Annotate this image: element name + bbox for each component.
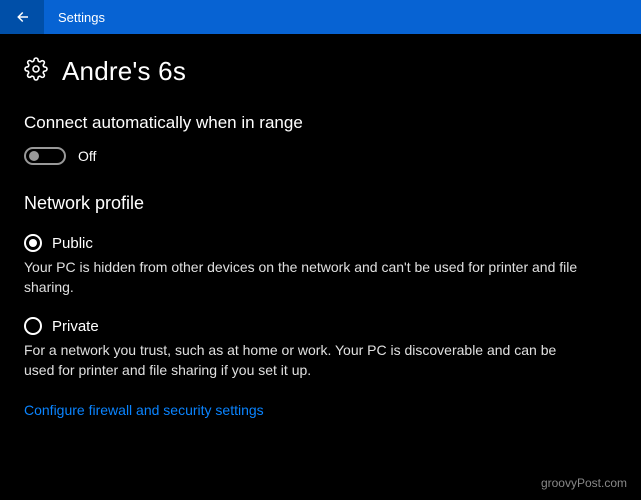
- watermark: groovyPost.com: [541, 476, 627, 490]
- radio-option-private[interactable]: Private: [24, 317, 617, 335]
- firewall-link[interactable]: Configure firewall and security settings: [24, 402, 264, 418]
- radio-public-label: Public: [52, 235, 93, 252]
- page-title: Andre's 6s: [62, 56, 186, 87]
- autoconnect-state-label: Off: [78, 148, 96, 164]
- radio-private[interactable]: [24, 317, 42, 335]
- network-profile-heading: Network profile: [24, 193, 617, 214]
- toggle-knob: [29, 151, 39, 161]
- titlebar: Settings: [0, 0, 641, 34]
- arrow-left-icon: [13, 8, 31, 26]
- autoconnect-toggle[interactable]: [24, 147, 66, 165]
- titlebar-title: Settings: [58, 10, 105, 25]
- page-header: Andre's 6s: [24, 56, 617, 87]
- radio-private-description: For a network you trust, such as at home…: [24, 341, 584, 380]
- gear-icon: [24, 57, 48, 86]
- content: Andre's 6s Connect automatically when in…: [0, 34, 641, 420]
- radio-option-public[interactable]: Public: [24, 234, 617, 252]
- radio-private-label: Private: [52, 318, 99, 335]
- radio-public-description: Your PC is hidden from other devices on …: [24, 258, 584, 297]
- autoconnect-label: Connect automatically when in range: [24, 113, 617, 133]
- autoconnect-toggle-row: Off: [24, 147, 617, 165]
- radio-public[interactable]: [24, 234, 42, 252]
- back-button[interactable]: [0, 0, 44, 34]
